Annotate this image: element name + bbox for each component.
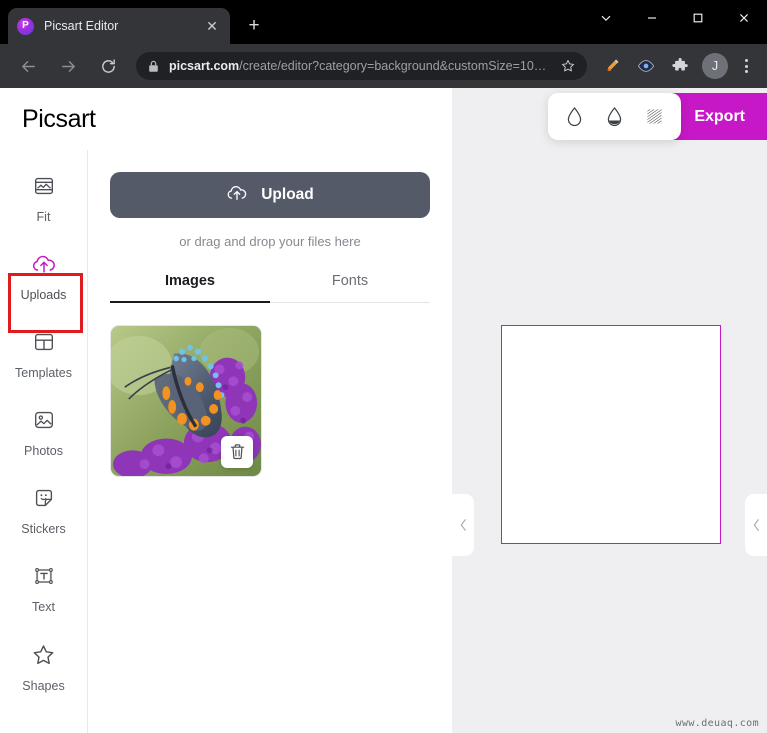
arrow-left-icon[interactable] [13, 51, 43, 81]
sidebar-item-label: Stickers [21, 522, 66, 536]
tab-strip: P Picsart Editor ✕ + [0, 0, 268, 44]
cloud-upload-icon [226, 183, 248, 208]
photo-icon [32, 408, 56, 437]
sidebar-item-photos[interactable]: Photos [0, 394, 87, 472]
pencil-highlight-icon[interactable] [599, 53, 625, 79]
address-bar[interactable]: picsart.com/create/editor?category=backg… [136, 52, 587, 80]
sidebar-item-label: Fit [36, 210, 51, 224]
star-shape-icon [31, 642, 56, 672]
effects-toolbar [548, 93, 681, 140]
texture-pattern-icon[interactable] [640, 102, 670, 132]
browser-window: P Picsart Editor ✕ + picsart.com/create/… [0, 0, 767, 733]
close-icon[interactable]: ✕ [203, 17, 221, 35]
picsart-logo-icon: P [17, 17, 34, 35]
canvas-workspace [452, 88, 767, 733]
upload-button-label: Upload [261, 186, 314, 203]
close-window-icon[interactable] [721, 0, 767, 36]
collapse-panel-right-button[interactable] [745, 494, 767, 556]
uploads-panel: Upload or drag and drop your files here … [88, 150, 452, 733]
url-text: picsart.com/create/editor?category=backg… [169, 59, 546, 73]
plus-icon[interactable]: + [240, 12, 268, 40]
eye-icon[interactable] [633, 53, 659, 79]
sidebar-item-uploads[interactable]: Uploads [0, 238, 87, 316]
watermark: www.deuaq.com [672, 717, 762, 730]
app-header: Picsart [0, 88, 452, 150]
sidebar-item-templates[interactable]: Templates [0, 316, 87, 394]
sidebar-item-stickers[interactable]: Stickers [0, 472, 87, 550]
lock-icon [148, 60, 159, 73]
chevron-left-icon [753, 519, 759, 531]
collapse-panel-left-button[interactable] [452, 494, 474, 556]
sidebar-item-shapes[interactable]: Shapes [0, 628, 87, 706]
fit-image-icon [32, 174, 56, 203]
maximize-icon[interactable] [675, 0, 721, 36]
editor-canvas[interactable] [501, 325, 721, 544]
url-host: picsart.com [169, 59, 240, 73]
sidebar-item-label: Text [32, 600, 55, 614]
sidebar-item-fit[interactable]: Fit [0, 160, 87, 238]
delete-image-button[interactable] [221, 436, 253, 468]
editor-sidebar: Fit Uploads Templates Photos Stickers Te… [0, 150, 88, 733]
reload-icon[interactable] [93, 51, 123, 81]
export-label: Export [694, 107, 745, 125]
picsart-logo[interactable]: Picsart [22, 105, 96, 134]
upload-button[interactable]: Upload [110, 172, 430, 218]
window-controls [583, 0, 767, 36]
three-dots-icon[interactable] [735, 59, 757, 73]
tab-fonts[interactable]: Fonts [270, 273, 430, 302]
avatar[interactable]: J [702, 53, 728, 79]
sidebar-item-label: Templates [15, 366, 72, 380]
extensions-icon[interactable] [667, 53, 693, 79]
chevron-down-icon[interactable] [583, 0, 629, 36]
cloud-upload-icon [31, 252, 57, 281]
templates-grid-icon [32, 330, 56, 359]
list-item[interactable] [110, 325, 262, 477]
browser-titlebar: P Picsart Editor ✕ + [0, 0, 767, 44]
page-content: Picsart Export Fit Uploads Templates Pho… [0, 88, 767, 733]
fill-droplet-icon[interactable] [599, 102, 629, 132]
trash-icon [230, 444, 244, 460]
sidebar-item-label: Uploads [20, 288, 67, 302]
opacity-droplet-icon[interactable] [559, 102, 589, 132]
sidebar-item-label: Photos [24, 444, 63, 458]
star-icon[interactable] [553, 59, 575, 73]
uploaded-images-grid [110, 325, 430, 477]
chevron-left-icon [460, 519, 466, 531]
sticker-icon [32, 486, 56, 515]
minimize-icon[interactable] [629, 0, 675, 36]
text-box-icon [32, 564, 56, 593]
browser-toolbar: picsart.com/create/editor?category=backg… [0, 44, 767, 88]
drag-drop-hint: or drag and drop your files here [179, 234, 361, 249]
sidebar-item-text[interactable]: Text [0, 550, 87, 628]
tab-images[interactable]: Images [110, 273, 270, 303]
browser-tab[interactable]: P Picsart Editor ✕ [8, 8, 230, 44]
tab-title: Picsart Editor [44, 19, 119, 33]
arrow-right-icon[interactable] [53, 51, 83, 81]
url-path: /create/editor?category=background&custo… [239, 59, 547, 73]
panel-tabs: Images Fonts [110, 273, 430, 303]
sidebar-item-label: Shapes [22, 678, 65, 693]
